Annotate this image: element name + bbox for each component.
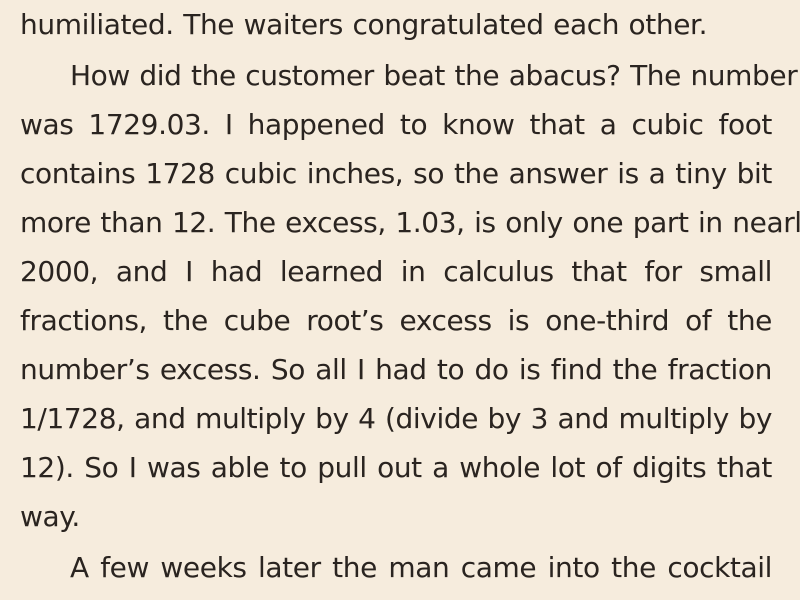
text-line: 12). So I was able to pull out a whole l… (20, 451, 772, 484)
text-line: was 1729.03. I happened to know that a c… (20, 108, 772, 141)
text-line: fractions, the cube root’s excess is one… (20, 304, 772, 337)
text-line: How did the customer beat the abacus? Th… (70, 59, 798, 92)
text-line: 2000, and I had learned in calculus that… (20, 255, 772, 288)
text-line: number’s excess. So all I had to do is f… (20, 353, 772, 386)
text-line: humiliated. The waiters congratulated ea… (20, 8, 708, 41)
text-line: more than 12. The excess, 1.03, is only … (20, 206, 800, 239)
text-line: 1/1728, and multiply by 4 (divide by 3 a… (20, 402, 773, 435)
text-line: A few weeks later the man came into the … (70, 551, 772, 584)
book-page: humiliated. The waiters congratulated ea… (0, 0, 800, 600)
text-line: contains 1728 cubic inches, so the answe… (20, 157, 772, 190)
text-line: way. (20, 500, 80, 533)
